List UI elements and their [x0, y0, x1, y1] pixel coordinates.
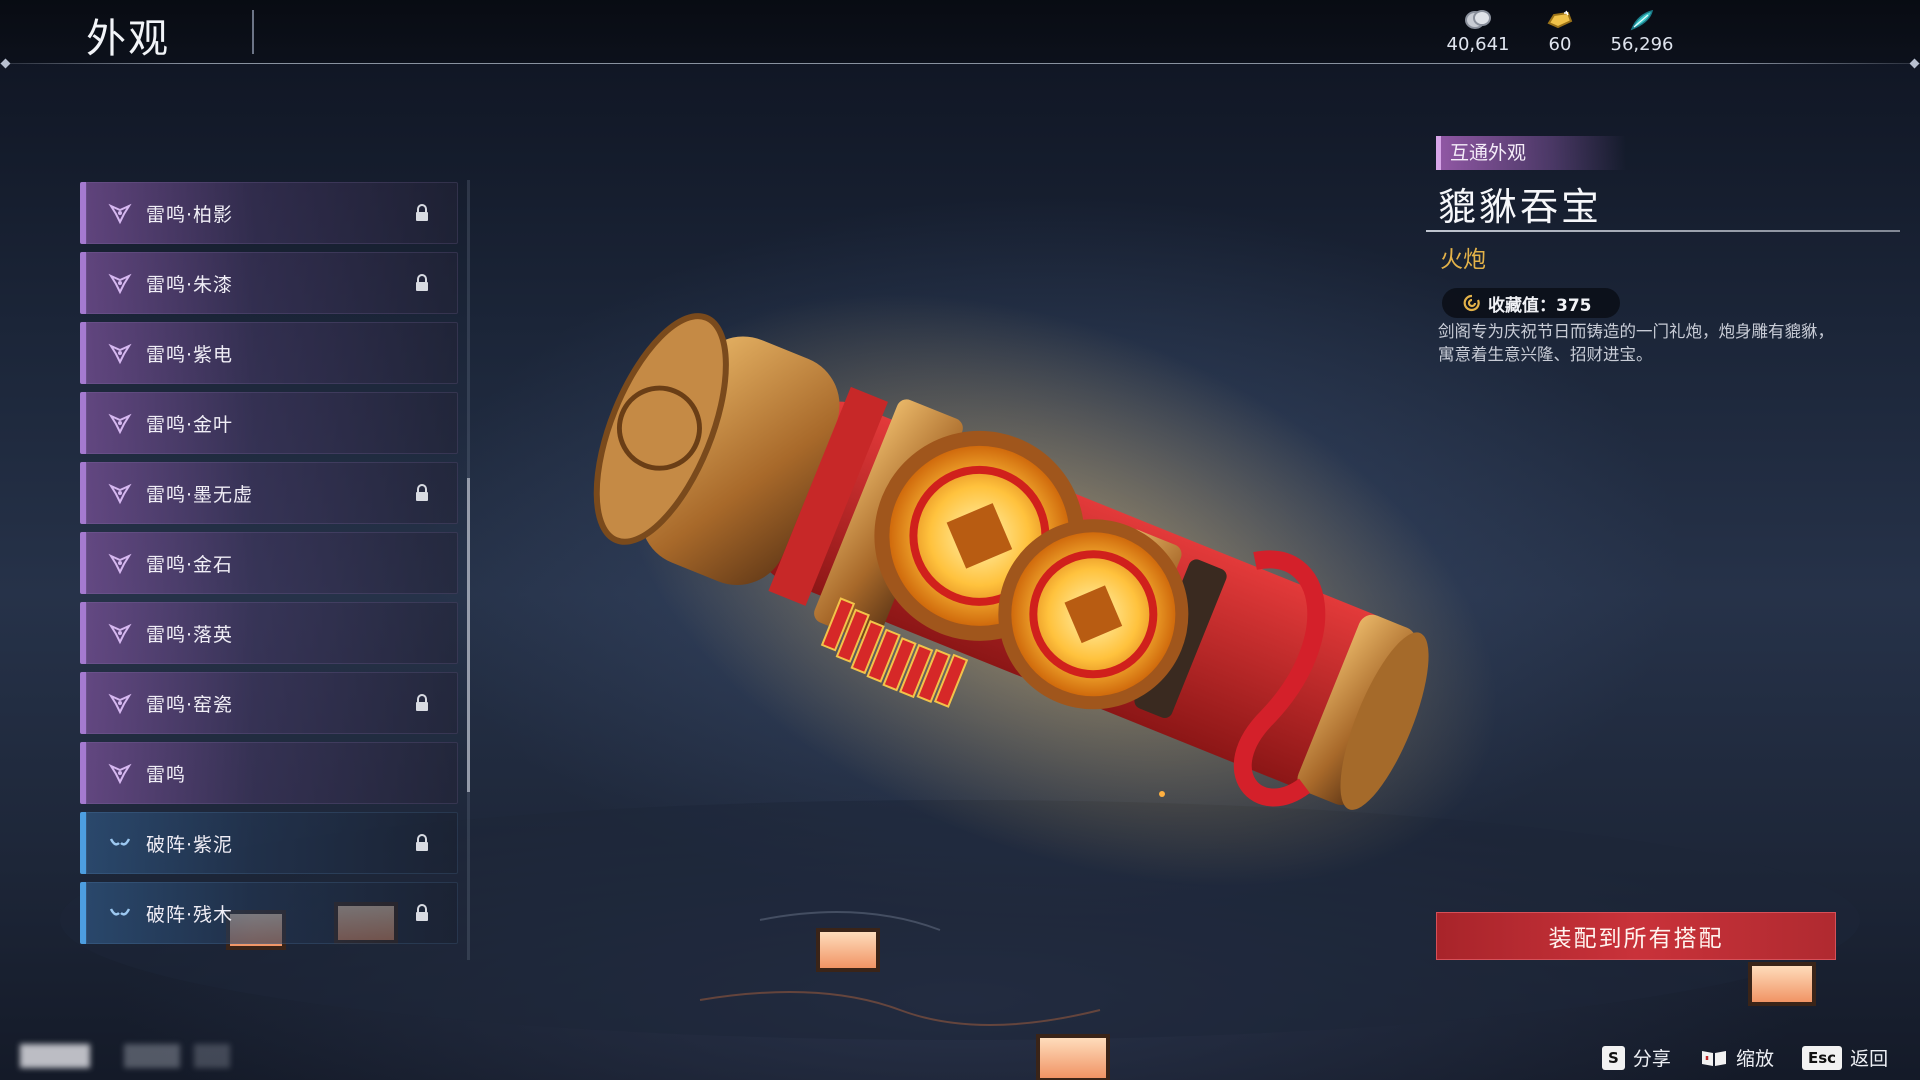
thunder-school-icon [108, 483, 132, 505]
zoom-hint[interactable]: 缩放 [1700, 1044, 1774, 1071]
thunder-school-icon [108, 553, 132, 575]
thunder-school-icon [108, 343, 132, 365]
skin-list-item[interactable]: 破阵·紫泥 [80, 812, 458, 874]
skin-name: 雷鸣·紫电 [146, 343, 234, 366]
lock-icon [416, 834, 428, 851]
gold-ingot-icon [1547, 10, 1573, 29]
header-divider-line [0, 63, 1920, 64]
currency-jade: 56,296 [1592, 8, 1692, 55]
skin-name: 雷鸣·墨无虚 [146, 483, 254, 506]
thunder-school-icon [108, 763, 132, 785]
lock-icon [416, 484, 428, 501]
blurred-player-info [20, 1044, 230, 1068]
skin-list-item[interactable]: 雷鸣·朱漆 [80, 252, 458, 314]
share-label: 分享 [1632, 1048, 1671, 1070]
title-divider [252, 10, 254, 54]
skin-list-item[interactable]: 破阵·残木 [80, 882, 458, 944]
collection-value-badge: 收藏值：375 [1442, 288, 1620, 318]
skin-list-item[interactable]: 雷鸣·墨无虚 [80, 462, 458, 524]
skin-list-item[interactable]: 雷鸣 [80, 742, 458, 804]
skin-list-item[interactable]: 雷鸣·金石 [80, 532, 458, 594]
thunder-school-icon [108, 203, 132, 225]
item-type: 火炮 [1440, 247, 1486, 273]
skin-list-item[interactable]: 雷鸣·紫电 [80, 322, 458, 384]
zoom-label: 缩放 [1736, 1048, 1775, 1070]
skin-name: 雷鸣·柏影 [146, 203, 234, 226]
silver-coin-icon [1465, 10, 1491, 29]
collection-swirl-icon [1463, 294, 1480, 312]
pozhen-school-icon [109, 838, 131, 846]
skin-name: 雷鸣·朱漆 [146, 273, 234, 296]
skin-list-item[interactable]: 雷鸣·窑瓷 [80, 672, 458, 734]
crossplay-appearance-tag: 互通外观 [1436, 136, 1626, 170]
skin-name: 雷鸣·落英 [146, 623, 234, 646]
skin-list-item[interactable]: 雷鸣·柏影 [80, 182, 458, 244]
list-scrollbar-thumb[interactable] [467, 478, 470, 792]
top-bar: 外观 40,641 60 56,296 [0, 0, 1920, 64]
lock-icon [416, 694, 428, 711]
collection-value: 收藏值：375 [1488, 295, 1592, 316]
thunder-school-icon [108, 273, 132, 295]
back-label: 返回 [1850, 1048, 1889, 1070]
back-hint[interactable]: Esc 返回 [1802, 1044, 1888, 1071]
thunder-school-icon [108, 693, 132, 715]
skin-name: 雷鸣·金石 [146, 553, 234, 576]
skin-list-item[interactable]: 雷鸣·金叶 [80, 392, 458, 454]
skin-name: 雷鸣·窑瓷 [146, 693, 234, 716]
skin-name: 破阵·紫泥 [146, 833, 234, 856]
skin-name: 破阵·残木 [146, 903, 234, 926]
jade-feather-icon [1630, 9, 1654, 31]
lock-icon [416, 204, 428, 221]
lock-icon [416, 274, 428, 291]
currency-jade-value: 56,296 [1610, 34, 1674, 55]
skin-name: 雷鸣·金叶 [146, 413, 234, 436]
skin-list[interactable]: 雷鸣·柏影 雷鸣·朱漆 雷鸣·紫电 雷鸣·金叶 雷鸣·墨无虚 雷鸣·金石 雷鸣·… [80, 182, 462, 956]
equip-all-loadouts-button[interactable]: 装配到所有搭配 [1436, 912, 1836, 960]
skin-name: 雷鸣 [146, 763, 187, 786]
esc-key: Esc [1802, 1045, 1843, 1070]
item-name: 貔貅吞宝 [1438, 185, 1603, 229]
thunder-school-icon [108, 623, 132, 645]
item-description: 剑阁专为庆祝节日而铸造的一门礼炮，炮身雕有貔貅，寓意着生意兴隆、招财进宝。 [1438, 322, 1834, 364]
share-key: S [1602, 1045, 1625, 1070]
skin-list-item[interactable]: 雷鸣·落英 [80, 602, 458, 664]
pozhen-school-icon [109, 908, 131, 916]
name-divider [1426, 230, 1900, 232]
appearance-screen: 外观 40,641 60 56,296 雷鸣·柏影 雷鸣·朱漆 雷鸣·紫电 雷鸣… [0, 0, 1920, 1080]
lock-icon [416, 904, 428, 921]
page-title: 外观 [86, 16, 170, 62]
book-icon [1702, 1050, 1726, 1066]
share-hint[interactable]: S 分享 [1602, 1044, 1671, 1071]
thunder-school-icon [108, 413, 132, 435]
